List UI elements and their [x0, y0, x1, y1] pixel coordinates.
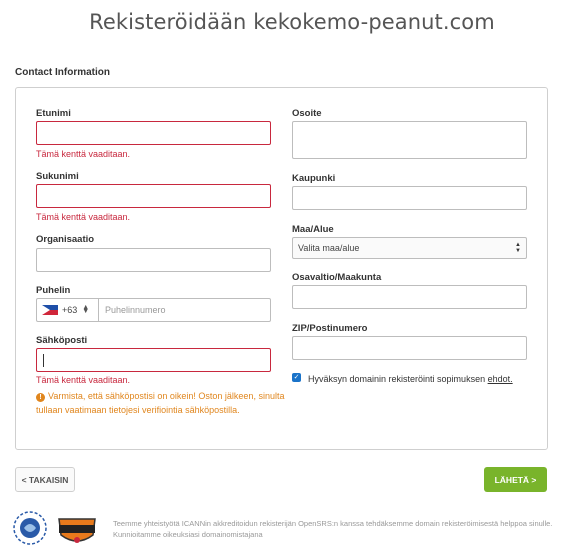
email-warning: ! Varmista, että sähköpostisi on oikein! …: [36, 389, 286, 417]
phone-country-select[interactable]: +63 ▲ ▼: [37, 299, 99, 321]
terms-link[interactable]: ehdot.: [488, 374, 513, 384]
organization-label: Organisaatio: [36, 234, 95, 245]
organization-input[interactable]: [36, 248, 271, 272]
email-label: Sähköposti: [36, 335, 88, 346]
icann-logo: [13, 511, 47, 545]
zip-label: ZIP/Postinumero: [292, 323, 368, 334]
last-name-input[interactable]: [36, 184, 271, 208]
phone-field: +63 ▲ ▼ Puhelinnumero: [36, 298, 271, 322]
updown-arrows-icon: ▲ ▼: [82, 304, 90, 315]
agreement-checkbox[interactable]: ✓: [292, 373, 301, 382]
page-title: Rekisteröidään kekokemo-peanut.com: [89, 10, 495, 34]
email-warning-text: Varmista, että sähköpostisi on oikein! O…: [36, 391, 285, 415]
first-name-label: Etunimi: [36, 108, 71, 119]
phone-placeholder[interactable]: Puhelinnumero: [105, 299, 166, 321]
section-label: Contact Information: [15, 67, 110, 78]
country-label: Maa/Alue: [292, 224, 334, 235]
opensrs-logo: [58, 518, 96, 543]
state-input[interactable]: [292, 285, 527, 309]
zip-input[interactable]: [292, 336, 527, 360]
country-select-value: Valita maa/alue: [298, 243, 360, 253]
email-error: Tämä kenttä vaaditaan.: [36, 375, 131, 385]
address-label: Osoite: [292, 108, 322, 119]
city-input[interactable]: [292, 186, 527, 210]
country-select[interactable]: Valita maa/alue ▲ ▼: [292, 237, 527, 259]
email-input[interactable]: [36, 348, 271, 372]
back-button[interactable]: < TAKAISIN: [15, 467, 75, 492]
state-label: Osavaltio/Maakunta: [292, 272, 382, 283]
phone-label: Puhelin: [36, 285, 71, 296]
text-cursor: [43, 354, 44, 367]
agreement-label: Hyväksyn domainin rekisteröinti sopimuks…: [308, 374, 486, 384]
phone-country-code: +63: [62, 305, 78, 315]
first-name-input[interactable]: [36, 121, 271, 145]
submit-button[interactable]: LÄHETÄ >: [484, 467, 547, 492]
footer-text: Teemme yhteistyötä ICANNin akkreditoidun…: [113, 519, 553, 539]
last-name-label: Sukunimi: [36, 171, 79, 182]
philippines-flag-icon: [42, 305, 58, 315]
agreement-text: Hyväksyn domainin rekisteröinti sopimuks…: [308, 373, 533, 386]
address-textarea[interactable]: [292, 121, 527, 159]
warning-icon: !: [36, 393, 45, 402]
last-name-error: Tämä kenttä vaaditaan.: [36, 212, 131, 222]
select-arrows-icon: ▲ ▼: [515, 242, 521, 254]
first-name-error: Tämä kenttä vaaditaan.: [36, 149, 131, 159]
city-label: Kaupunki: [292, 173, 336, 184]
